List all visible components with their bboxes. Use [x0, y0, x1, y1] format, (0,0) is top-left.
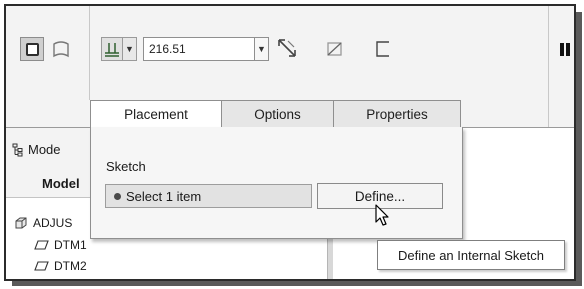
datum-plane-icon [34, 261, 49, 271]
model-tree-title: Model [42, 176, 80, 191]
pause-icon[interactable] [558, 42, 572, 56]
thicken-sketch-icon[interactable] [372, 37, 394, 61]
tree-item-dtm1[interactable]: DTM1 [34, 238, 87, 252]
sketch-collector-text: Select 1 item [126, 188, 202, 204]
tab-placement[interactable]: Placement [90, 100, 222, 128]
depth-value-combo: ▼ [143, 37, 273, 61]
remove-material-icon[interactable] [324, 37, 346, 61]
surface-icon[interactable] [50, 37, 72, 61]
tree-item-label: DTM2 [54, 259, 87, 273]
tab-options[interactable]: Options [221, 100, 334, 128]
model-tree-tab[interactable]: Mode [12, 142, 61, 157]
toolbar-separator [548, 6, 549, 127]
dashboard-tabs: Placement Options Properties [90, 100, 461, 128]
flip-direction-icon[interactable] [274, 35, 300, 61]
bullet-icon [114, 192, 121, 200]
tab-properties[interactable]: Properties [333, 100, 461, 128]
mouse-pointer-icon [375, 204, 389, 226]
model-tree-tab-label: Mode [28, 142, 61, 157]
toolbar-separator [89, 6, 90, 100]
sketch-section-label: Sketch [106, 159, 146, 174]
datum-plane-icon [34, 240, 49, 250]
sketch-collector[interactable]: Select 1 item [105, 184, 312, 208]
tree-item-label: ADJUS [33, 216, 73, 230]
define-tooltip: Define an Internal Sketch [377, 240, 565, 270]
solid-icon[interactable] [20, 37, 44, 61]
blind-depth-icon[interactable] [101, 37, 123, 61]
chevron-down-icon[interactable]: ▼ [255, 37, 269, 61]
model-tree-icon [12, 143, 23, 156]
tree-item-dtm2[interactable]: DTM2 [34, 259, 87, 273]
chevron-down-icon[interactable]: ▼ [123, 37, 137, 61]
extrude-dashboard: ▼ ▼ [4, 4, 576, 281]
depth-value-input[interactable] [143, 37, 255, 61]
tree-item-part[interactable]: ADJUS [14, 216, 72, 230]
tree-item-label: DTM1 [54, 238, 87, 252]
placement-panel: Sketch Select 1 item Define... [90, 127, 463, 239]
part-icon [15, 217, 27, 229]
